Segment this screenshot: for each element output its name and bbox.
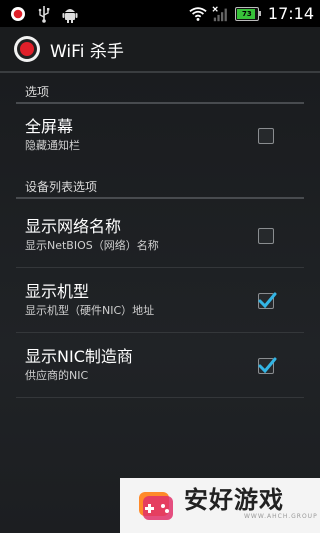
preferences-list: 选项 全屏幕 隐藏通知栏 设备列表选项 显示网络名称 显示NetBIOS（网络）…: [0, 73, 320, 533]
pref-title: 显示NIC制造商: [25, 347, 133, 366]
pref-summary: 隐藏通知栏: [25, 139, 80, 152]
watermark-url: WWW.AHCH.GROUP: [244, 512, 318, 520]
android-debug-icon: [61, 5, 79, 23]
record-notification-icon: [9, 5, 27, 23]
checkmark-icon: [258, 292, 277, 309]
show-network-name-checkbox[interactable]: [258, 228, 274, 244]
item-divider: [16, 332, 304, 333]
battery-icon: 73: [234, 6, 261, 21]
pref-show-model[interactable]: 显示机型 显示机型（硬件NIC）地址: [0, 269, 320, 333]
checkmark-icon: [258, 357, 277, 374]
pref-show-network-name[interactable]: 显示网络名称 显示NetBIOS（网络）名称: [0, 204, 320, 268]
section-header-options: 选项: [0, 76, 320, 104]
app-title: WiFi 杀手: [50, 41, 124, 62]
item-divider: [16, 267, 304, 268]
action-bar: WiFi 杀手: [0, 27, 320, 71]
pref-title: 显示机型: [25, 282, 90, 301]
section-header-label: 选项: [25, 85, 50, 99]
no-signal-icon: [212, 5, 230, 23]
status-clock: 17:14: [267, 4, 314, 23]
app-target-logo-icon[interactable]: [13, 35, 41, 63]
pref-title: 全屏幕: [25, 117, 74, 136]
show-nic-vendor-checkbox[interactable]: [258, 357, 277, 374]
usb-icon: [35, 5, 53, 23]
pref-summary: 显示NetBIOS（网络）名称: [25, 239, 159, 252]
pref-summary: 显示机型（硬件NIC）地址: [25, 304, 155, 317]
pref-title: 显示网络名称: [25, 217, 122, 236]
watermark-logo: 安好游戏 WWW.AHCH.GROUP: [120, 478, 320, 533]
battery-level: 73: [242, 9, 252, 18]
section-divider: [16, 197, 304, 199]
section-header-device-list: 设备列表选项: [0, 171, 320, 199]
pref-summary: 供应商的NIC: [25, 369, 89, 382]
pref-fullscreen[interactable]: 全屏幕 隐藏通知栏: [0, 104, 320, 168]
pref-show-nic-vendor[interactable]: 显示NIC制造商 供应商的NIC: [0, 334, 320, 398]
show-model-checkbox[interactable]: [258, 292, 277, 309]
watermark-text: 安好游戏: [184, 485, 284, 514]
item-divider: [16, 397, 304, 398]
game-controller-icon: [136, 486, 176, 526]
fullscreen-checkbox[interactable]: [258, 128, 274, 144]
section-header-label: 设备列表选项: [25, 180, 98, 194]
status-bar: 73 17:14: [0, 0, 320, 27]
wifi-signal-icon: [189, 5, 207, 23]
